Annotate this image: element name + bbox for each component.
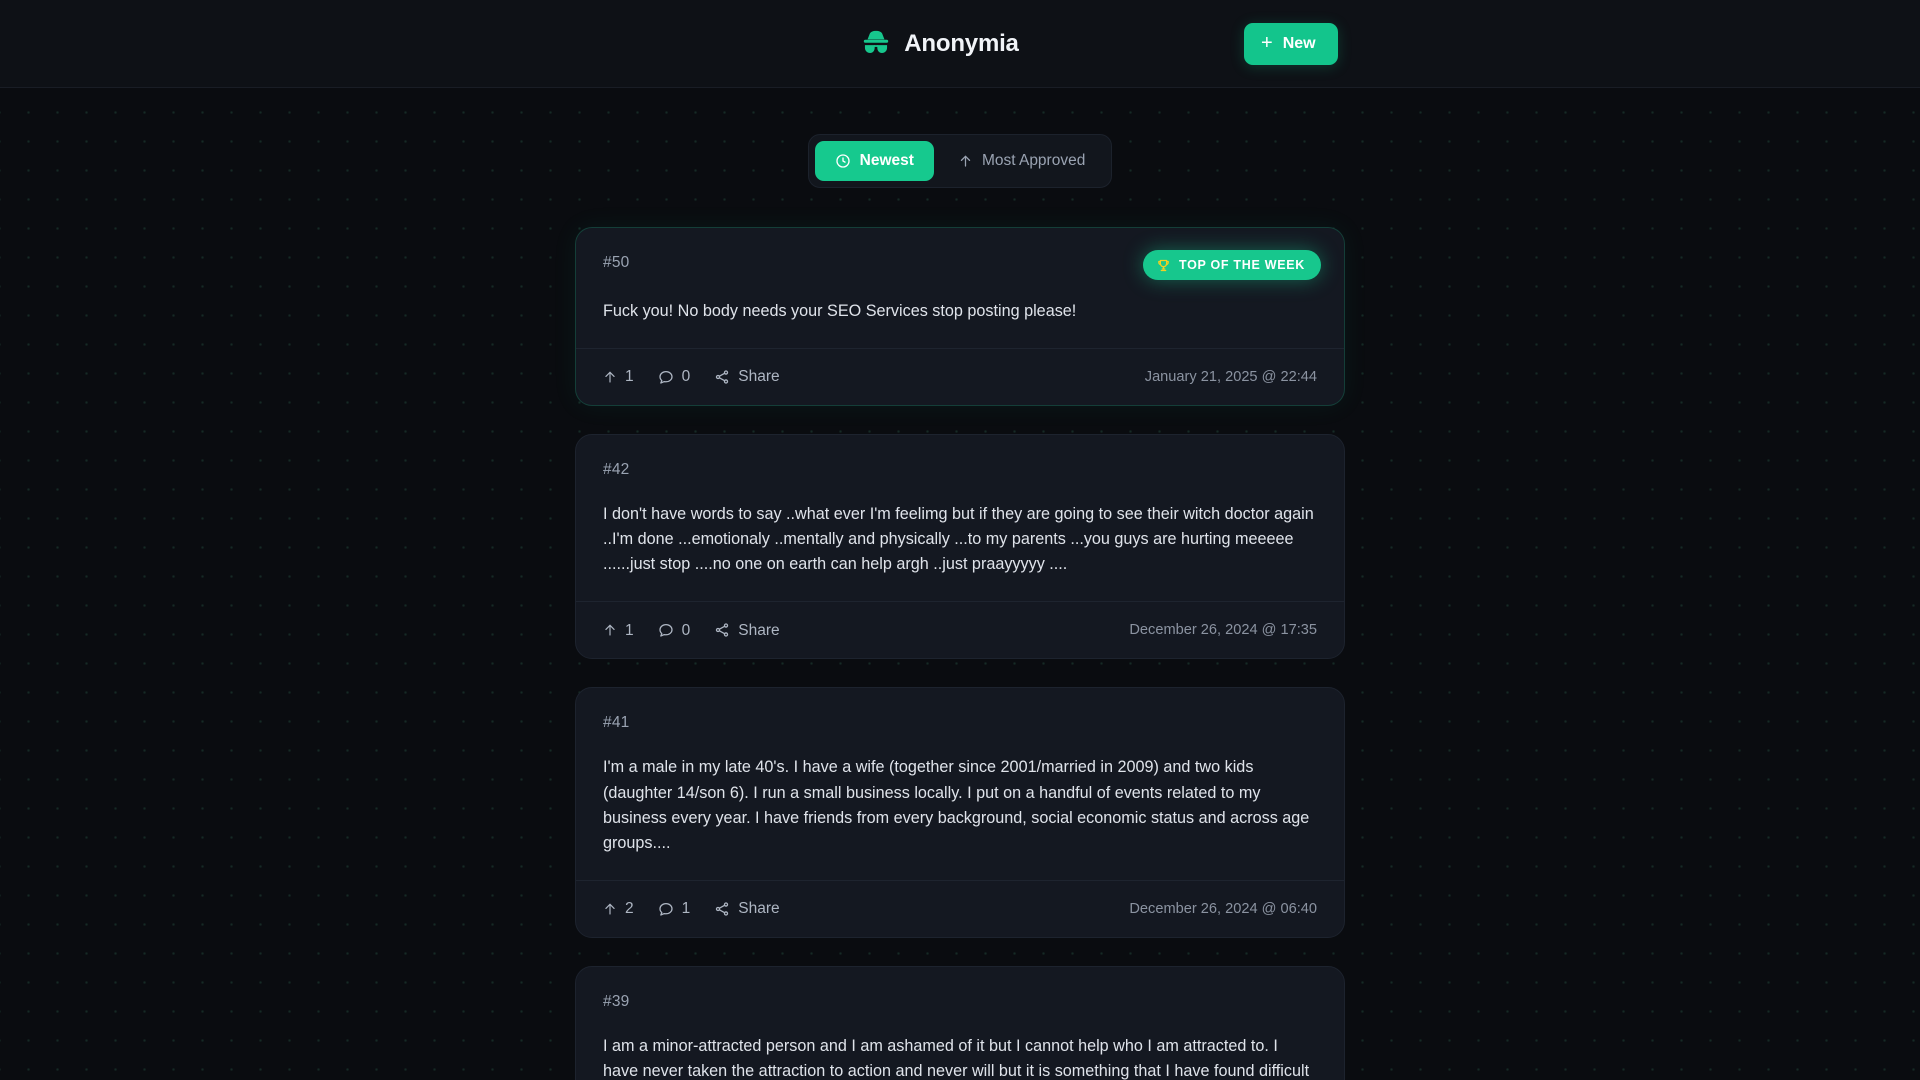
post-card[interactable]: #41 I'm a male in my late 40's. I have a … bbox=[575, 687, 1345, 938]
post-card-header: #50 TOP OF THE WEEK bbox=[603, 250, 1321, 280]
upvote-count: 1 bbox=[625, 621, 634, 639]
upvote-count: 1 bbox=[625, 368, 634, 386]
post-text: I don't have words to say ..what ever I'… bbox=[603, 505, 1314, 574]
post-text: I am a minor-attracted person and I am a… bbox=[603, 1036, 1310, 1080]
new-post-button[interactable]: + New bbox=[1244, 23, 1338, 65]
post-id: #41 bbox=[603, 714, 630, 732]
comment-count: 0 bbox=[681, 368, 691, 386]
sort-option-newest[interactable]: Newest bbox=[814, 141, 934, 181]
post-date: December 26, 2024 @ 17:35 bbox=[1129, 622, 1317, 639]
share-nodes-icon bbox=[714, 369, 730, 385]
share-nodes-icon bbox=[714, 622, 730, 638]
brand-name: Anonymia bbox=[904, 29, 1019, 57]
share-nodes-icon bbox=[714, 901, 730, 917]
speech-bubble-icon bbox=[658, 622, 674, 638]
upvote-count: 2 bbox=[625, 900, 634, 918]
post-card[interactable]: #50 TOP OF THE WEEK Fuck you! No body need… bbox=[575, 227, 1345, 407]
upvote-button[interactable]: 1 bbox=[603, 622, 634, 638]
post-id: #39 bbox=[603, 992, 630, 1010]
post-actions: 1 0 Share bbox=[603, 622, 780, 638]
post-date: December 26, 2024 @ 06:40 bbox=[1129, 900, 1317, 917]
sort-option-most-approved[interactable]: Most Approved bbox=[938, 141, 1105, 181]
post-card-header: #41 bbox=[603, 714, 1317, 736]
post-actions: 1 0 Share bbox=[603, 369, 780, 385]
top-of-the-week-badge: TOP OF THE WEEK bbox=[1142, 250, 1321, 280]
incognito-spy-icon bbox=[861, 29, 891, 59]
post-date: January 21, 2025 @ 22:44 bbox=[1144, 369, 1317, 386]
post-list: #50 TOP OF THE WEEK Fuck you! No body need… bbox=[575, 227, 1345, 1080]
arrow-up-icon bbox=[603, 622, 617, 638]
main-content: Newest Most Approved #50 TOP OF THE WEEK F… bbox=[0, 88, 1920, 1080]
sort-toggle-wrapper: Newest Most Approved bbox=[575, 134, 1345, 188]
post-text: Fuck you! No body needs your SEO Service… bbox=[603, 302, 1077, 320]
plus-icon: + bbox=[1261, 32, 1273, 54]
arrow-up-icon bbox=[603, 901, 617, 917]
sort-option-most-approved-label: Most Approved bbox=[981, 152, 1086, 169]
post-card[interactable]: #42 I don't have words to say ..what ever… bbox=[575, 434, 1345, 660]
share-button[interactable]: Share bbox=[714, 621, 780, 639]
comment-button[interactable]: 0 bbox=[658, 621, 691, 639]
sort-toggle: Newest Most Approved bbox=[807, 134, 1113, 188]
arrow-up-icon bbox=[958, 153, 973, 169]
post-actions: 2 1 Share bbox=[603, 901, 780, 917]
clock-icon bbox=[835, 153, 851, 169]
post-card-footer: 1 0 Share December 26, 2024 @ 17:35 bbox=[576, 601, 1344, 658]
post-card-header: #39 bbox=[603, 993, 1317, 1015]
sort-option-newest-label: Newest bbox=[859, 152, 914, 169]
brand-logo[interactable]: Anonymia bbox=[861, 29, 1019, 59]
comment-button[interactable]: 1 bbox=[658, 900, 691, 918]
post-id: #42 bbox=[603, 461, 630, 479]
arrow-up-icon bbox=[603, 369, 617, 385]
comment-count: 0 bbox=[681, 621, 691, 639]
upvote-button[interactable]: 2 bbox=[603, 901, 634, 917]
speech-bubble-icon bbox=[658, 901, 674, 917]
speech-bubble-icon bbox=[658, 369, 674, 385]
upvote-button[interactable]: 1 bbox=[603, 369, 634, 385]
comment-count: 1 bbox=[681, 900, 691, 918]
post-card-footer: 2 1 Share December 26, 2024 @ 06:40 bbox=[576, 879, 1344, 937]
share-button-label: Share bbox=[738, 621, 780, 639]
post-text: I'm a male in my late 40's. I have a wif… bbox=[603, 758, 1310, 852]
comment-button[interactable]: 0 bbox=[658, 368, 691, 386]
trophy-icon bbox=[1156, 258, 1171, 273]
post-id: #50 bbox=[603, 254, 630, 271]
top-of-the-week-badge-label: TOP OF THE WEEK bbox=[1178, 258, 1305, 272]
share-button-label: Share bbox=[738, 368, 780, 386]
share-button[interactable]: Share bbox=[714, 900, 780, 918]
post-card-footer: 1 0 Share January 21, 2025 @ 22:44 bbox=[576, 348, 1344, 405]
app-header: Anonymia + New bbox=[0, 0, 1920, 88]
share-button[interactable]: Share bbox=[714, 368, 780, 386]
new-post-button-label: New bbox=[1282, 35, 1316, 52]
share-button-label: Share bbox=[738, 900, 780, 918]
post-card-header: #42 bbox=[603, 461, 1317, 483]
post-card[interactable]: #39 I am a minor-attracted person and I a… bbox=[575, 965, 1345, 1080]
